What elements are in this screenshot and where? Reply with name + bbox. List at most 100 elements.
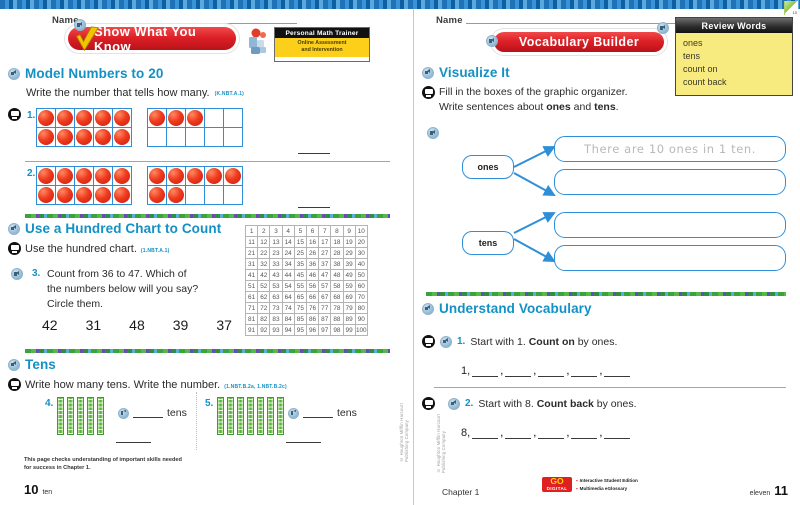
organizer-box-3[interactable]	[554, 212, 786, 238]
hundred-chart-cell[interactable]: 17	[318, 236, 332, 248]
hundred-chart-cell[interactable]: 40	[354, 258, 368, 270]
hundred-chart-cell[interactable]: 84	[281, 313, 295, 325]
hundred-chart-cell[interactable]: 60	[354, 280, 368, 292]
hundred-chart-cell[interactable]: 45	[293, 269, 307, 281]
hundred-chart-cell[interactable]: 14	[281, 236, 295, 248]
choice-option[interactable]: 37	[216, 317, 232, 333]
hundred-chart-cell[interactable]: 30	[354, 247, 368, 259]
hundred-chart-cell[interactable]: 22	[257, 247, 271, 259]
hundred-chart-cell[interactable]: 87	[318, 313, 332, 325]
hundred-chart-cell[interactable]: 52	[257, 280, 271, 292]
tens-count-blank[interactable]	[133, 417, 163, 418]
hundred-chart-cell[interactable]: 53	[269, 280, 283, 292]
hundred-chart-cell[interactable]: 35	[293, 258, 307, 270]
hundred-chart-cell[interactable]: 7	[318, 225, 332, 237]
mathboard-icon[interactable]	[8, 108, 21, 121]
answer-blank-2[interactable]	[298, 207, 330, 208]
hundred-chart-cell[interactable]: 58	[330, 280, 344, 292]
hundred-chart-cell[interactable]: 37	[318, 258, 332, 270]
hundred-chart-cell[interactable]: 61	[244, 291, 259, 303]
organizer-box-1[interactable]: There are 10 ones in 1 ten.	[554, 136, 786, 162]
hundred-chart-cell[interactable]: 32	[257, 258, 271, 270]
hundred-chart-cell[interactable]: 93	[269, 324, 283, 336]
hundred-chart-cell[interactable]: 48	[330, 269, 344, 281]
organizer-box-4[interactable]	[554, 245, 786, 271]
hundred-chart-cell[interactable]: 95	[293, 324, 307, 336]
personal-math-trainer-badge[interactable]: Personal Math Trainer Online Assessment …	[246, 27, 370, 62]
hundred-chart-cell[interactable]: 85	[293, 313, 307, 325]
mathboard-icon[interactable]	[8, 378, 21, 391]
hundred-chart-cell[interactable]: 39	[342, 258, 356, 270]
hundred-chart-cell[interactable]: 65	[293, 291, 307, 303]
hundred-chart-cell[interactable]: 82	[257, 313, 271, 325]
choice-option[interactable]: 31	[86, 317, 102, 333]
speaker-icon[interactable]	[8, 358, 20, 371]
hundred-chart-cell[interactable]: 64	[281, 291, 295, 303]
speaker-icon[interactable]	[8, 222, 20, 235]
hundred-chart-cell[interactable]: 42	[257, 269, 271, 281]
hundred-chart-cell[interactable]: 34	[281, 258, 295, 270]
choice-option[interactable]: 39	[173, 317, 189, 333]
tens-count-blank[interactable]	[303, 417, 333, 418]
hundred-chart-cell[interactable]: 27	[318, 247, 332, 259]
hundred-chart-cell[interactable]: 86	[305, 313, 320, 325]
hundred-chart-cell[interactable]: 99	[342, 324, 356, 336]
hundred-chart-cell[interactable]: 89	[342, 313, 356, 325]
hundred-chart-cell[interactable]: 26	[305, 247, 320, 259]
hundred-chart-cell[interactable]: 47	[318, 269, 332, 281]
hundred-chart-cell[interactable]: 81	[244, 313, 259, 325]
speaker-icon[interactable]	[11, 268, 23, 280]
hundred-chart-cell[interactable]: 28	[330, 247, 344, 259]
hundred-chart-cell[interactable]: 70	[354, 291, 368, 303]
speaker-icon[interactable]	[657, 22, 669, 34]
hundred-chart-cell[interactable]: 62	[257, 291, 271, 303]
hundred-chart-cell[interactable]: 54	[281, 280, 295, 292]
hundred-chart-cell[interactable]: 3	[269, 225, 283, 237]
hundred-chart-cell[interactable]: 68	[330, 291, 344, 303]
answer-blank-1[interactable]	[298, 153, 330, 154]
hundred-chart-cell[interactable]: 43	[269, 269, 283, 281]
mathboard-icon[interactable]	[422, 335, 435, 348]
hundred-chart-cell[interactable]: 71	[244, 302, 259, 314]
go-digital-line2[interactable]: Multimedia eGlossary	[576, 485, 638, 492]
hundred-chart-cell[interactable]: 2	[257, 225, 271, 237]
count-back-answer-row[interactable]: 8, , , , ,	[461, 427, 631, 439]
hundred-chart-cell[interactable]: 96	[305, 324, 320, 336]
hundred-chart-cell[interactable]: 97	[318, 324, 332, 336]
speaker-icon[interactable]	[448, 397, 460, 410]
hundred-chart-cell[interactable]: 100	[354, 324, 368, 336]
hundred-chart-cell[interactable]: 76	[305, 302, 320, 314]
hundred-chart-cell[interactable]: 31	[244, 258, 259, 270]
hundred-chart-cell[interactable]: 77	[318, 302, 332, 314]
speaker-icon[interactable]	[118, 407, 129, 419]
hundred-chart-cell[interactable]: 41	[244, 269, 259, 281]
hundred-chart-cell[interactable]: 56	[305, 280, 320, 292]
mathboard-icon[interactable]	[8, 242, 21, 255]
hundred-chart-cell[interactable]: 90	[354, 313, 368, 325]
hundred-chart-cell[interactable]: 20	[354, 236, 368, 248]
hundred-chart-cell[interactable]: 55	[293, 280, 307, 292]
hundred-chart-cell[interactable]: 10	[354, 225, 368, 237]
hundred-chart-cell[interactable]: 8	[330, 225, 344, 237]
hundred-chart-cell[interactable]: 18	[330, 236, 344, 248]
organizer-box-2[interactable]	[554, 169, 786, 195]
hundred-chart-cell[interactable]: 51	[244, 280, 259, 292]
hundred-chart-cell[interactable]: 63	[269, 291, 283, 303]
hundred-chart-cell[interactable]: 57	[318, 280, 332, 292]
hundred-chart-cell[interactable]: 79	[342, 302, 356, 314]
speaker-icon[interactable]	[427, 127, 439, 139]
hundred-chart-cell[interactable]: 36	[305, 258, 320, 270]
speaker-icon[interactable]	[422, 302, 434, 315]
speaker-icon[interactable]	[8, 67, 20, 80]
show-what-you-know-banner[interactable]: Show What You Know	[68, 19, 236, 54]
hundred-chart-cell[interactable]: 9	[342, 225, 356, 237]
hundred-chart-cell[interactable]: 16	[305, 236, 320, 248]
hundred-chart-cell[interactable]: 1	[244, 225, 259, 237]
hundred-chart-cell[interactable]: 24	[281, 247, 295, 259]
hundred-chart-cell[interactable]: 67	[318, 291, 332, 303]
hundred-chart-cell[interactable]: 74	[281, 302, 295, 314]
hundred-chart-cell[interactable]: 6	[305, 225, 320, 237]
hundred-chart-cell[interactable]: 50	[354, 269, 368, 281]
speaker-icon[interactable]	[422, 66, 434, 79]
speaker-icon[interactable]	[288, 407, 299, 419]
